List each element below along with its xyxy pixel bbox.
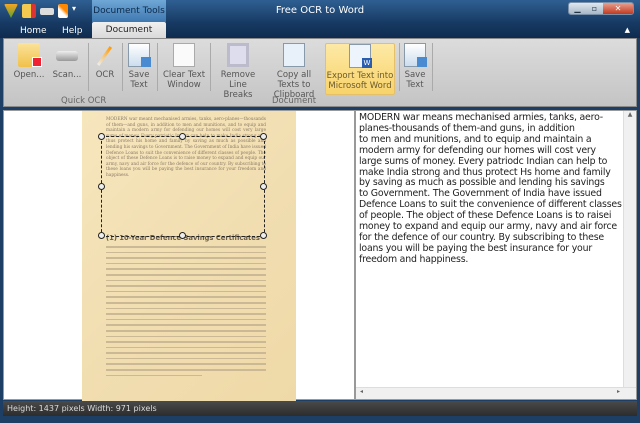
resize-handle[interactable] xyxy=(260,133,267,140)
tab-document[interactable]: Document xyxy=(92,22,166,39)
page-frame-icon xyxy=(227,43,249,67)
ribbon: Open... Scan... OCR Save Text Clear Text… xyxy=(3,38,637,107)
scan-body-lines xyxy=(106,246,266,380)
copy-to-clipboard-button[interactable]: Copy all Texts to Clipboard xyxy=(266,43,322,100)
blank-page-icon xyxy=(173,43,195,67)
folder-icon xyxy=(18,43,42,67)
ocr-button[interactable]: OCR xyxy=(92,43,118,95)
resize-handle[interactable] xyxy=(98,182,105,190)
title-bar: ▾ Document Tools Free OCR to Word ▁ ▫ ✕ … xyxy=(0,0,640,39)
collapse-ribbon-icon[interactable]: ▲ xyxy=(625,26,630,34)
resize-handle[interactable] xyxy=(98,133,105,140)
image-viewer[interactable]: MODERN war meant mechanised armies, tank… xyxy=(3,110,355,401)
tab-help[interactable]: Help xyxy=(62,24,83,38)
export-label: Export Text into Microsoft Word xyxy=(326,71,394,91)
scan-label: Scan... xyxy=(52,70,82,80)
magic-wand-icon xyxy=(94,43,116,67)
resize-handle[interactable] xyxy=(179,232,186,239)
ocr-label: OCR xyxy=(95,70,115,80)
ocr-text-area[interactable]: MODERN war means mechanised armies, tank… xyxy=(355,110,637,400)
scanned-page-image: MODERN war meant mechanised armies, tank… xyxy=(82,111,296,401)
export-to-word-button[interactable]: W Export Text into Microsoft Word xyxy=(325,43,395,95)
save-text-label: Save Text xyxy=(128,70,150,90)
word-document-icon: W xyxy=(349,44,372,68)
remove-line-breaks-button[interactable]: Remove Line Breaks xyxy=(216,43,260,100)
resize-handle[interactable] xyxy=(260,232,267,239)
group-label-document: Document xyxy=(272,96,317,106)
selection-rectangle[interactable] xyxy=(98,133,267,239)
copy-pages-icon xyxy=(283,43,305,67)
clear-text-window-button[interactable]: Clear Text Window xyxy=(161,43,207,95)
horizontal-scrollbar[interactable]: ◂ ▸ xyxy=(356,387,636,399)
save-text-button[interactable]: Save Text xyxy=(125,43,153,95)
vertical-scrollbar[interactable]: ▲ xyxy=(623,111,636,388)
save-text-button-2[interactable]: Save Text xyxy=(402,43,428,95)
open-label: Open... xyxy=(13,70,45,80)
resize-handle[interactable] xyxy=(179,133,186,140)
window-title: Free OCR to Word xyxy=(275,5,365,16)
maximize-button[interactable]: ▫ xyxy=(586,3,603,14)
minimize-button[interactable]: ▁ xyxy=(569,3,586,14)
scanner-icon xyxy=(56,43,78,67)
close-button[interactable]: ✕ xyxy=(603,3,633,14)
status-bar: Height: 1437 pixels Width: 971 pixels xyxy=(3,401,637,416)
clear-text-label: Clear Text Window xyxy=(162,70,206,90)
save-text-label: Save Text xyxy=(404,70,426,90)
save-document-icon xyxy=(404,43,427,67)
open-button[interactable]: Open... xyxy=(12,43,46,95)
remove-line-breaks-label: Remove Line Breaks xyxy=(220,70,256,100)
scan-button[interactable]: Scan... xyxy=(50,43,84,95)
group-label-quick-ocr: Quick OCR xyxy=(61,96,107,106)
resize-handle[interactable] xyxy=(260,182,267,190)
tab-home[interactable]: Home xyxy=(20,24,47,38)
ocr-text[interactable]: MODERN war means mechanised armies, tank… xyxy=(359,112,623,266)
resize-handle[interactable] xyxy=(98,232,105,239)
save-document-icon xyxy=(128,43,151,67)
